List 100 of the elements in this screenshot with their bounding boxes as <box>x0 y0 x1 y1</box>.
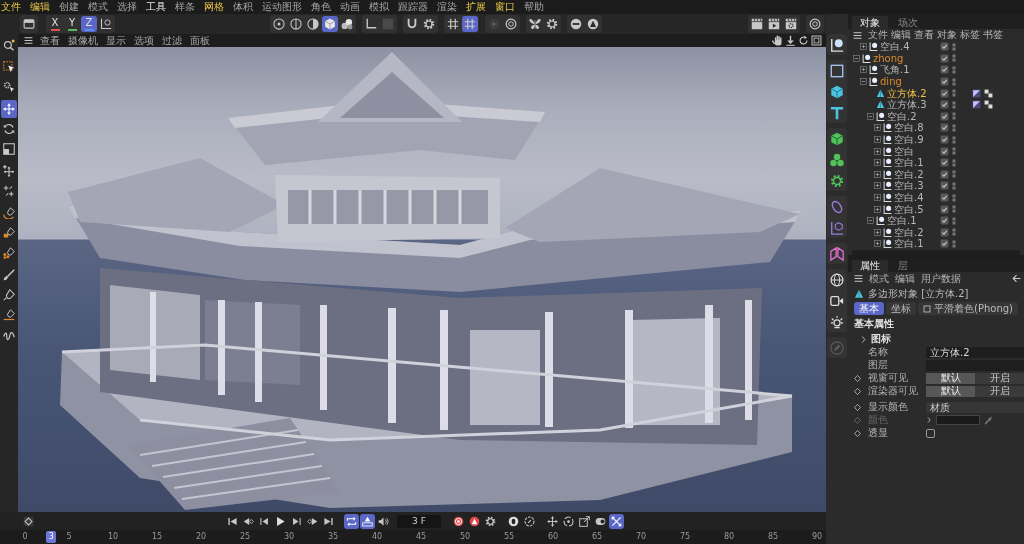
object-name[interactable]: 飞角.1 <box>880 64 910 76</box>
minus-box-icon[interactable] <box>867 112 874 120</box>
dots-icon[interactable] <box>950 77 958 86</box>
plus-box-icon[interactable] <box>860 66 867 74</box>
plus-box-icon[interactable] <box>860 43 867 51</box>
chevron-right-icon[interactable] <box>860 335 867 343</box>
plus-box-icon[interactable] <box>874 136 881 144</box>
checker-icon[interactable] <box>984 100 993 110</box>
pen-dots-button[interactable] <box>1 244 17 262</box>
section-tab[interactable]: 坐标 <box>886 302 916 315</box>
axis-toggle[interactable]: X <box>47 16 63 32</box>
object-name[interactable]: 空白.9 <box>894 134 924 146</box>
menu-item[interactable]: 文件 <box>868 29 888 41</box>
scale-square-button[interactable] <box>577 513 592 529</box>
object-name[interactable]: ding <box>880 76 902 88</box>
checkmark-box-icon[interactable] <box>940 77 949 87</box>
arrow-down-button[interactable] <box>784 34 796 47</box>
move-button[interactable] <box>1 100 17 118</box>
menu-item[interactable]: 动画 <box>340 0 360 14</box>
butterfly-button[interactable] <box>527 16 543 32</box>
minus-box-icon[interactable] <box>860 78 867 86</box>
minus-circle-button[interactable] <box>568 16 584 32</box>
corner-triangle-icon[interactable] <box>972 88 981 98</box>
clapperboard-play-button[interactable] <box>766 16 782 32</box>
menu-item[interactable]: 编辑 <box>30 0 50 14</box>
minus-box-icon[interactable] <box>867 217 874 225</box>
menu-item[interactable]: 显示 <box>106 34 126 47</box>
menu-button[interactable] <box>22 34 34 47</box>
checkmark-box-icon[interactable] <box>940 227 949 237</box>
menu-item[interactable]: 扩展 <box>466 0 486 14</box>
menu-item[interactable]: 渲染 <box>437 0 457 14</box>
plus-box-icon[interactable] <box>874 182 881 190</box>
object-name[interactable]: 立方体.2 <box>887 87 927 99</box>
object-name[interactable]: 空白.2 <box>894 168 924 180</box>
grid-button[interactable] <box>462 16 478 32</box>
menu-item[interactable]: 过滤 <box>162 34 182 47</box>
object-name[interactable]: zhong <box>873 52 904 64</box>
menu-item[interactable]: 样条 <box>175 0 195 14</box>
menu-item[interactable]: 查看 <box>40 34 60 47</box>
object-name[interactable]: 空白.1 <box>887 215 917 227</box>
panel-tab[interactable]: 场次 <box>890 16 926 29</box>
playhead[interactable]: 3 <box>46 531 57 543</box>
menu-item[interactable]: 文件 <box>1 0 21 14</box>
checkmark-box-icon[interactable] <box>940 88 949 98</box>
dots-icon[interactable] <box>950 158 958 167</box>
menu-item[interactable]: 运动图形 <box>262 0 302 14</box>
menu-item[interactable]: 标签 <box>960 29 980 41</box>
gear-button[interactable] <box>421 16 437 32</box>
color-field[interactable] <box>936 415 980 425</box>
keyframe-diamond-icon[interactable] <box>854 387 861 395</box>
checkmark-box-icon[interactable] <box>940 100 949 110</box>
dots-icon[interactable] <box>950 216 958 225</box>
pipette-icon[interactable] <box>984 415 993 425</box>
checkmark-box-icon[interactable] <box>940 65 949 75</box>
dots-icon[interactable] <box>950 205 958 214</box>
dots-icon[interactable] <box>950 54 958 63</box>
checkmark-box-icon[interactable] <box>940 169 949 179</box>
menu-item[interactable]: 体积 <box>233 0 253 14</box>
checkmark-box-icon[interactable] <box>940 146 949 156</box>
menu-item[interactable]: 跟踪器 <box>398 0 428 14</box>
timeline-ruler[interactable]: 0 3 5 10 15 20 25 30 35 40 45 50 55 60 65 70 75 80 85 90 <box>0 530 826 544</box>
dot-circle-button[interactable] <box>271 16 287 32</box>
half-filled-circle-button[interactable] <box>305 16 321 32</box>
dots-icon[interactable] <box>950 112 958 121</box>
keyframe-diamond-icon[interactable] <box>854 403 861 411</box>
menu-item[interactable]: 模式 <box>88 0 108 14</box>
clapperboard-button[interactable] <box>749 16 765 32</box>
menu-item[interactable]: 窗口 <box>495 0 515 14</box>
object-name[interactable]: 空白.1 <box>894 157 924 169</box>
back-button[interactable] <box>1011 273 1021 284</box>
dots-icon[interactable] <box>950 181 958 190</box>
menu-item[interactable]: 帮助 <box>524 0 544 14</box>
clapperboard-gear-button[interactable] <box>783 16 799 32</box>
object-name[interactable]: 空白.4 <box>894 192 924 203</box>
menu-item[interactable]: 摄像机 <box>68 34 98 47</box>
ring-button[interactable] <box>503 16 519 32</box>
triangle-circle-button[interactable] <box>585 16 601 32</box>
chevron-right-icon[interactable] <box>926 417 932 423</box>
object-name[interactable]: 空白.8 <box>894 122 924 134</box>
axis-toggle[interactable]: Z <box>81 16 97 32</box>
move-cross-button[interactable] <box>545 513 560 529</box>
segment-option[interactable]: 开启 <box>975 385 1024 397</box>
panel-button[interactable] <box>21 16 37 32</box>
menu-item[interactable]: 选择 <box>117 0 137 14</box>
object-name[interactable]: 空白.2 <box>894 226 924 238</box>
frame-field[interactable]: 3 F <box>397 514 441 528</box>
checkmark-box-icon[interactable] <box>940 239 949 249</box>
dashed-ring-dot-button[interactable] <box>561 513 576 529</box>
checkmark-box-icon[interactable] <box>940 193 949 202</box>
dots-icon[interactable] <box>950 89 958 98</box>
checkmark-box-icon[interactable] <box>940 204 949 214</box>
object-name[interactable]: 空白.3 <box>894 180 924 192</box>
menu-item[interactable]: 创建 <box>59 0 79 14</box>
panel-tab[interactable]: 层 <box>890 260 916 272</box>
menu-item[interactable]: 选项 <box>134 34 154 47</box>
hand-button[interactable] <box>771 34 783 47</box>
keyframe-diamond-icon[interactable] <box>854 374 861 382</box>
frame-button[interactable] <box>810 34 822 47</box>
panel-tab[interactable]: 对象 <box>852 16 888 29</box>
circular-arrow-button[interactable] <box>797 34 809 47</box>
